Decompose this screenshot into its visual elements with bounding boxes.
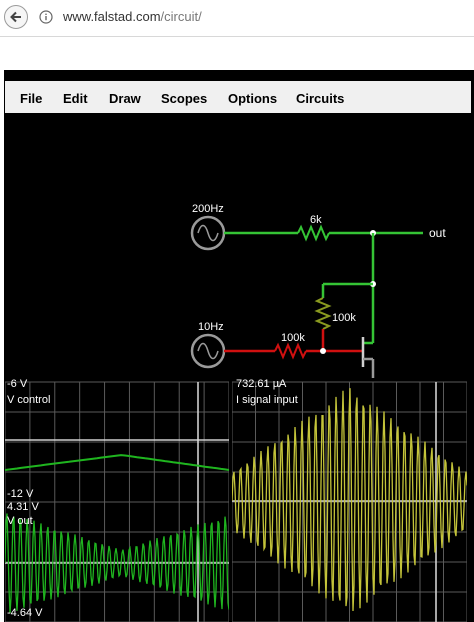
menu-draw[interactable]: Draw (109, 91, 141, 106)
menu-options[interactable]: Options (228, 91, 277, 106)
resistor-100k-vertical[interactable] (314, 297, 332, 330)
url-host: www.falstad.com (63, 9, 161, 24)
scope-right-plot (232, 381, 467, 622)
toolbar-divider (0, 36, 474, 37)
resistor-6k-label: 6k (310, 214, 322, 226)
scope-right[interactable]: 732.61 µA I signal input (232, 378, 467, 622)
v-control-trace (5, 454, 229, 471)
resistor-6k[interactable] (297, 224, 330, 242)
ac-source-200hz[interactable] (190, 215, 226, 251)
source-top-label: 200Hz (192, 203, 224, 215)
menu-scopes[interactable]: Scopes (161, 91, 207, 106)
resistor-gate-label: 100k (281, 332, 305, 344)
resistor-100k-gate[interactable] (274, 342, 307, 360)
scope-left-bottom-name: V out (7, 515, 33, 527)
menu-circuits[interactable]: Circuits (296, 91, 344, 106)
menu-edit[interactable]: Edit (63, 91, 88, 106)
scope-left-bottom-max: 4.31 V (7, 501, 39, 513)
circuit-simulator-app: File Edit Draw Scopes Options Circuits 2… (4, 71, 474, 622)
scope-left-top-min: -12 V (7, 488, 34, 500)
resistor-vertical-label: 100k (332, 312, 356, 324)
scope-left-top-max: -6 V (7, 378, 28, 390)
source-bottom-label: 10Hz (198, 321, 224, 333)
back-button[interactable] (4, 5, 28, 29)
scope-left[interactable]: -6 V V control -12 V 4.31 V V out -4.64 … (5, 378, 229, 622)
scope-right-max: 732.61 µA (236, 378, 287, 390)
ac-source-10hz[interactable] (190, 333, 226, 369)
url-path: /circuit/ (160, 9, 202, 24)
junction-dot (320, 348, 326, 354)
address-bar[interactable]: www.falstad.com/circuit/ (63, 9, 202, 24)
menu-bar: File Edit Draw Scopes Options Circuits (5, 81, 471, 113)
back-arrow-icon (10, 11, 21, 23)
scope-left-bottom-min: -4.64 V (7, 607, 43, 619)
circuit-canvas[interactable]: 200Hz 6k out 100k 10Hz 100k -6 V V contr… (5, 115, 474, 622)
scope-left-top-name: V control (7, 394, 51, 406)
browser-toolbar: www.falstad.com/circuit/ (0, 0, 474, 36)
output-label: out (429, 226, 446, 240)
info-icon[interactable] (39, 10, 53, 24)
menu-file[interactable]: File (20, 91, 42, 106)
scope-left-plot (5, 381, 229, 622)
scope-right-name: I signal input (236, 394, 298, 406)
